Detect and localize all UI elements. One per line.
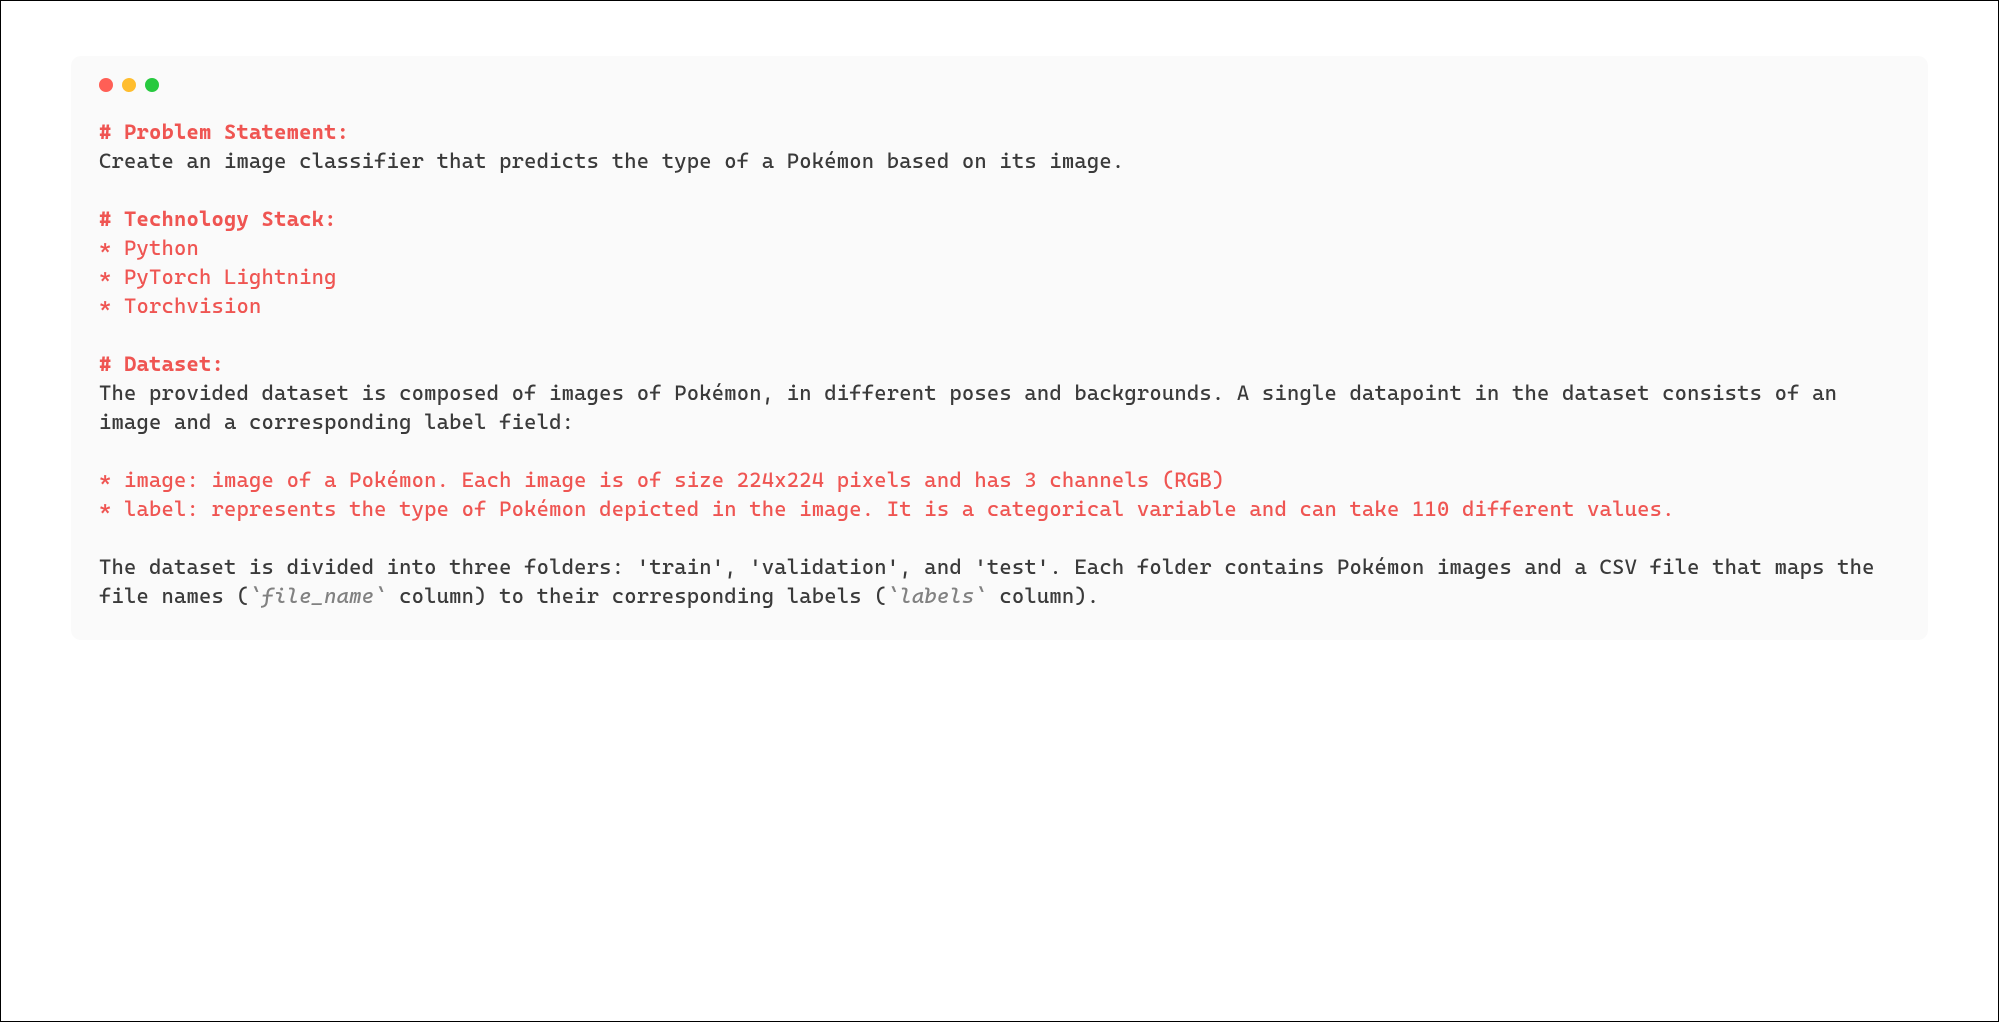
problem-text: Create an image classifier that predicts… (99, 149, 1124, 173)
window-traffic-lights (99, 78, 1900, 92)
folders-text-2: column) to their corresponding labels ( (387, 584, 887, 608)
stack-item-1: * Python (99, 236, 199, 260)
document-body: # Problem Statement: Create an image cla… (99, 118, 1900, 610)
folders-text-3: column). (987, 584, 1100, 608)
dataset-intro: The provided dataset is composed of imag… (99, 381, 1850, 434)
dataset-field-image: * image: image of a Pokémon. Each image … (99, 468, 1224, 492)
traffic-minimize-icon (122, 78, 136, 92)
stack-item-2: * PyTorch Lightning (99, 265, 337, 289)
traffic-zoom-icon (145, 78, 159, 92)
heading-dataset: # Dataset: (99, 352, 224, 376)
stack-item-3: * Torchvision (99, 294, 262, 318)
code-card: # Problem Statement: Create an image cla… (71, 56, 1928, 640)
traffic-close-icon (99, 78, 113, 92)
heading-problem: # Problem Statement: (99, 120, 349, 144)
dataset-field-label: * label: represents the type of Pokémon … (99, 497, 1675, 521)
page-frame: # Problem Statement: Create an image cla… (0, 0, 1999, 1022)
inline-code-file-name: `file_name` (249, 584, 387, 608)
inline-code-labels: `labels` (887, 584, 987, 608)
heading-stack: # Technology Stack: (99, 207, 337, 231)
